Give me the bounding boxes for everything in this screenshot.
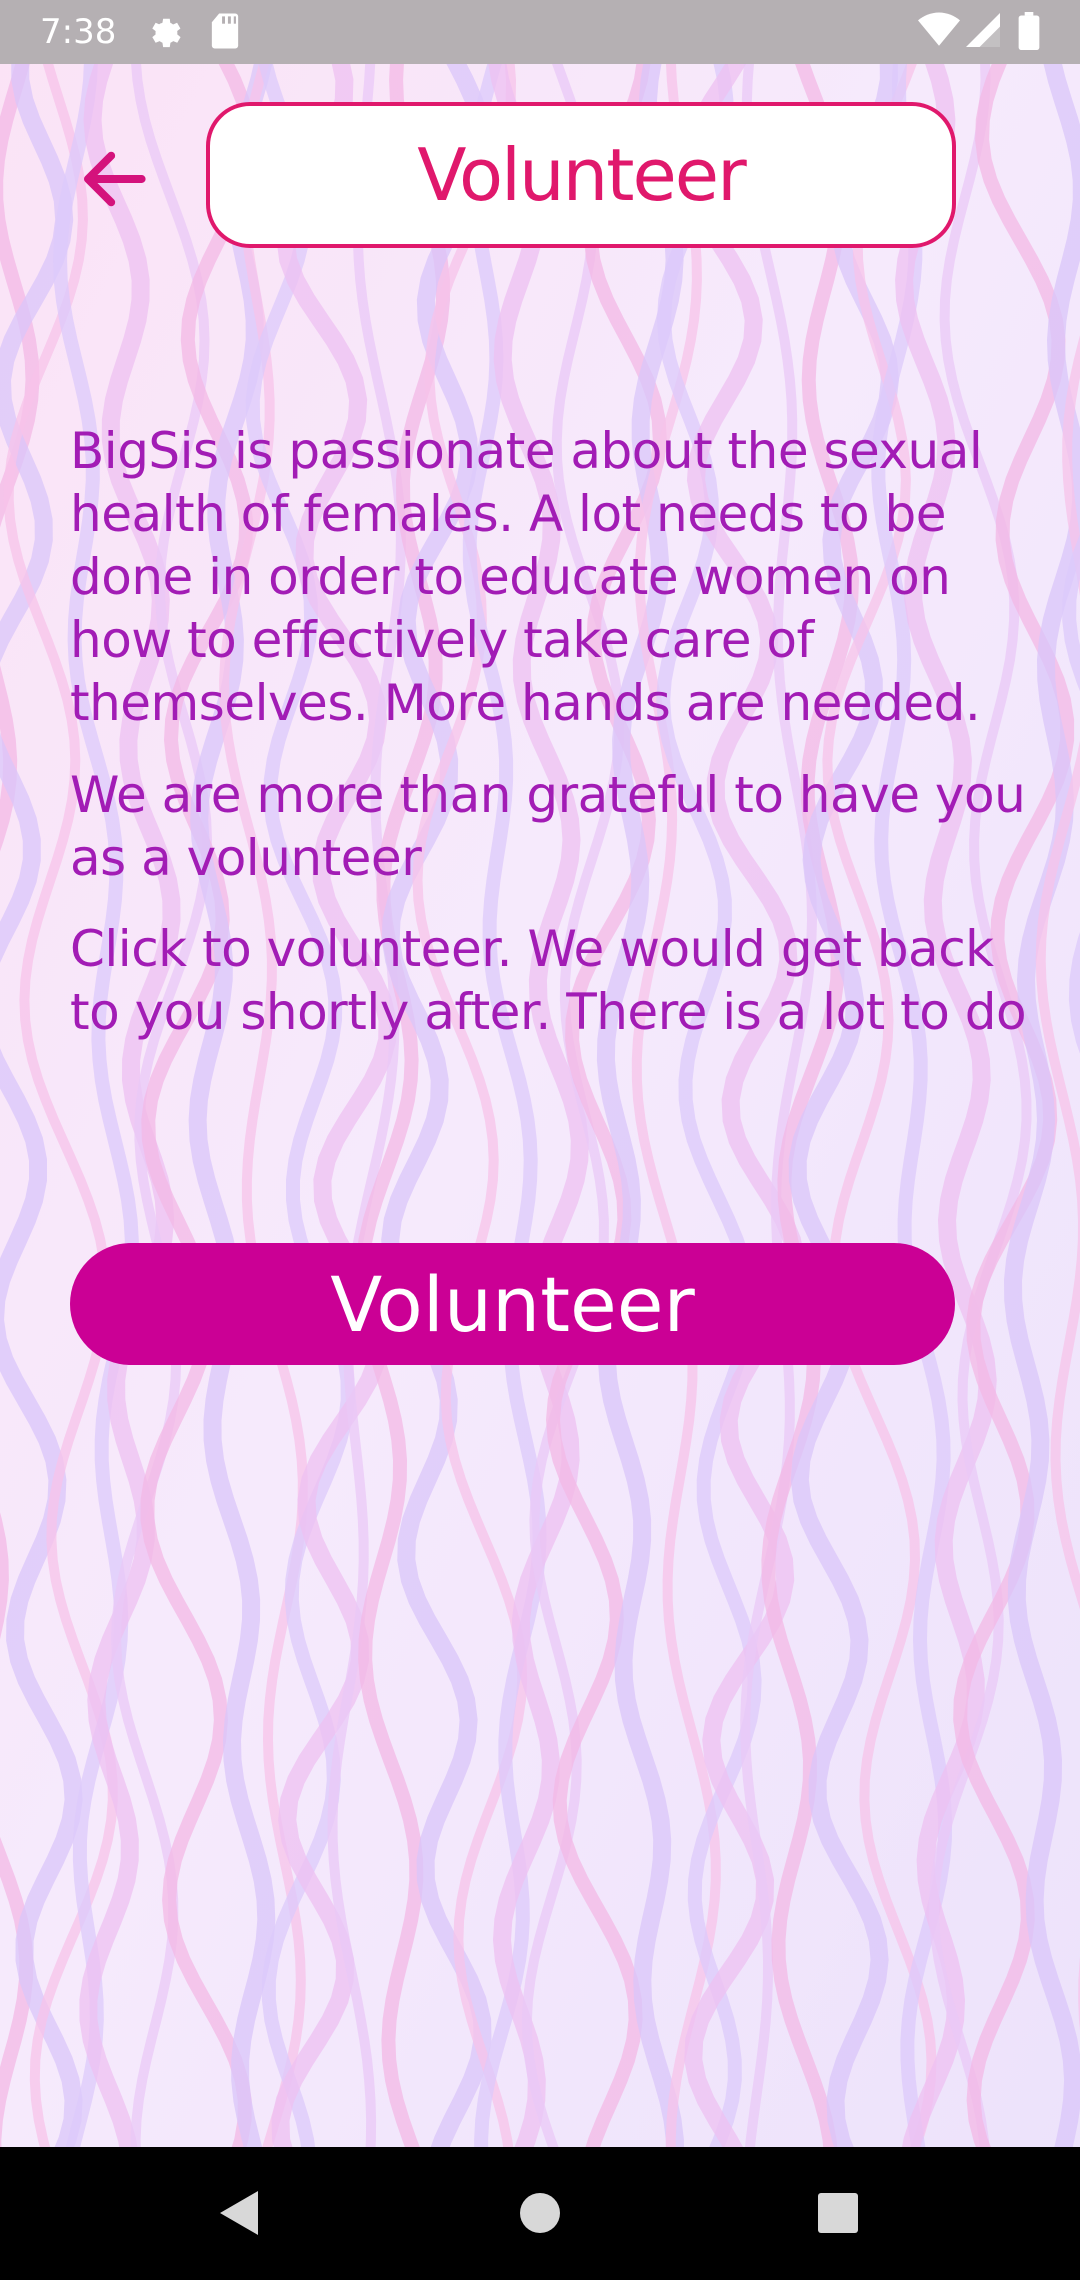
- content-area: Volunteer BigSis is passionate about the…: [0, 64, 1080, 2147]
- gratitude-paragraph: We are more than grateful to have you as…: [70, 766, 1026, 887]
- back-button[interactable]: [70, 136, 156, 222]
- instruction-paragraph: Click to volunteer. We would get back to…: [70, 920, 1027, 1041]
- volunteer-button-label: Volunteer: [330, 1259, 695, 1349]
- back-triangle-icon: [220, 2191, 258, 2235]
- recents-square-icon: [818, 2193, 858, 2233]
- battery-icon: [1018, 12, 1040, 54]
- volunteer-button[interactable]: Volunteer: [70, 1243, 955, 1365]
- intro-paragraph: BigSis is passionate about the sexual he…: [70, 422, 983, 732]
- status-bar: 7:38: [0, 0, 1080, 64]
- navigation-bar: [0, 2147, 1080, 2280]
- settings-icon: [146, 12, 184, 54]
- status-time: 7:38: [40, 12, 117, 52]
- volunteer-screen: 7:38 Volunteer BigSis is passionate abou…: [0, 0, 1080, 2280]
- arrow-back-icon: [83, 151, 146, 207]
- nav-home-button[interactable]: [480, 2147, 600, 2280]
- page-title-container: Volunteer: [206, 102, 956, 248]
- home-circle-icon: [520, 2193, 560, 2233]
- page-title: Volunteer: [417, 133, 746, 217]
- wifi-icon: [918, 12, 960, 52]
- nav-recents-button[interactable]: [778, 2147, 898, 2280]
- sd-card-icon: [210, 12, 240, 54]
- cell-signal-icon: [966, 12, 1000, 52]
- nav-back-button[interactable]: [180, 2147, 300, 2280]
